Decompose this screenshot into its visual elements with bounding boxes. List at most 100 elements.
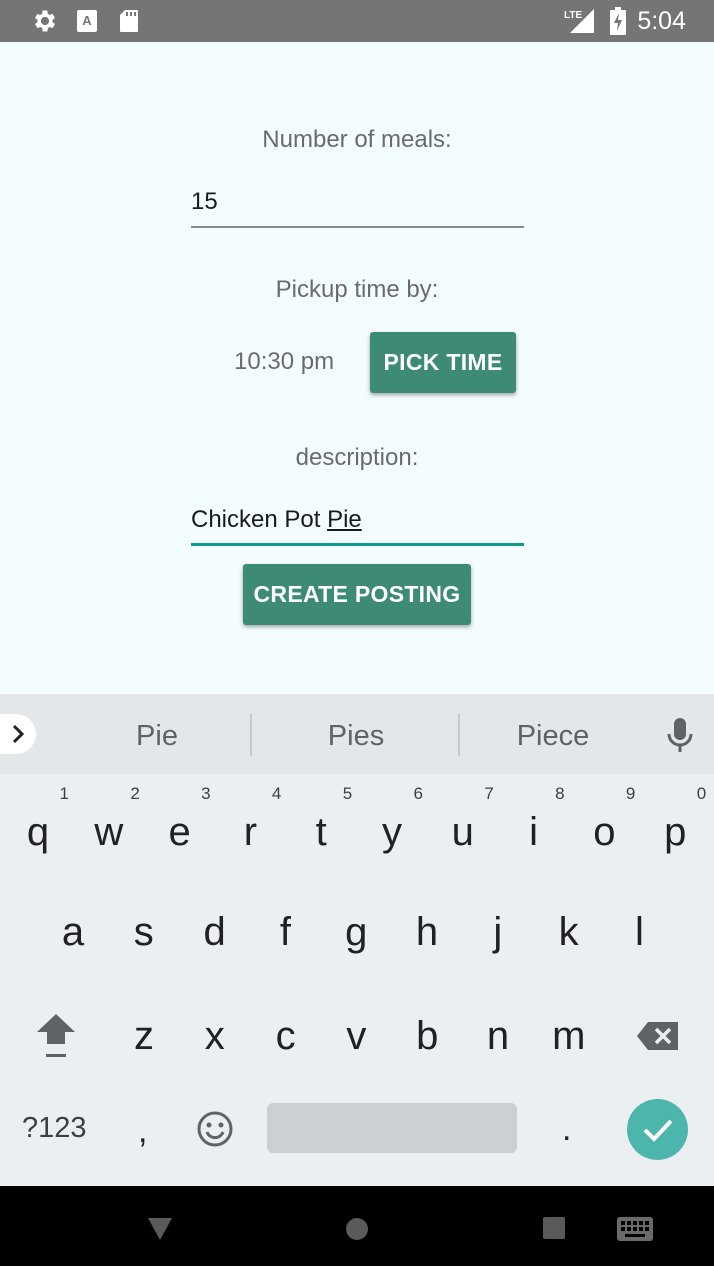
key-label: m: [552, 1014, 586, 1058]
recents-square-icon[interactable]: [542, 1216, 566, 1244]
key-n[interactable]: n: [463, 984, 533, 1084]
symbols-key[interactable]: ?123: [22, 1112, 87, 1145]
key-label: s: [133, 910, 154, 954]
key-v[interactable]: v: [321, 984, 391, 1084]
enter-check-icon: [643, 1119, 672, 1142]
back-triangle-icon[interactable]: [146, 1216, 174, 1246]
key-label: k: [558, 910, 579, 954]
keyboard-switch-icon[interactable]: [616, 1216, 654, 1246]
clock: 5:04: [637, 7, 686, 35]
soft-keyboard: Pie Pies Piece ?123 , . q1w2e3r4t5y6u7i8…: [0, 694, 714, 1186]
key-number-hint: 1: [59, 784, 69, 803]
key-label: t: [315, 810, 327, 854]
key-j[interactable]: j: [463, 880, 533, 980]
key-g[interactable]: g: [321, 880, 391, 980]
key-e[interactable]: e3: [145, 780, 215, 880]
key-label: x: [204, 1014, 225, 1058]
key-x[interactable]: x: [180, 984, 250, 1084]
key-p[interactable]: p0: [640, 780, 710, 880]
key-number-hint: 4: [271, 784, 282, 803]
mic-icon[interactable]: [664, 716, 696, 756]
key-b[interactable]: b: [392, 984, 462, 1084]
key-q[interactable]: q1: [3, 780, 73, 880]
key-label: d: [203, 910, 226, 954]
meals-input[interactable]: 15: [191, 182, 524, 228]
key-i[interactable]: i8: [499, 780, 569, 880]
pickup-label: Pickup time by:: [275, 276, 439, 303]
space-key[interactable]: [267, 1103, 517, 1153]
enter-key[interactable]: [627, 1099, 688, 1160]
key-number-hint: 2: [130, 784, 140, 803]
key-r[interactable]: r4: [215, 780, 285, 880]
key-w[interactable]: w2: [74, 780, 144, 880]
meals-label: Number of meals:: [262, 126, 452, 153]
navigation-bar: [0, 1186, 714, 1266]
shift-key[interactable]: [20, 984, 90, 1084]
signal-icon: LTE: [562, 0, 596, 42]
key-label: w: [94, 810, 124, 854]
key-label: c: [275, 1014, 296, 1058]
svg-text:A: A: [82, 13, 92, 28]
a-notification-icon: A: [76, 0, 98, 42]
suggestion-divider: [250, 714, 252, 756]
pick-time-button[interactable]: PICK TIME: [370, 332, 516, 393]
key-label: g: [345, 910, 368, 954]
key-label: b: [416, 1014, 439, 1058]
create-posting-button[interactable]: CREATE POSTING: [243, 564, 471, 625]
key-o[interactable]: o9: [569, 780, 639, 880]
sd-card-icon: [118, 0, 140, 42]
key-label: f: [279, 910, 291, 954]
shift-icon: [37, 1014, 75, 1057]
pickup-time-value: 10:30 pm: [234, 348, 335, 375]
suggestion-1[interactable]: Pie: [60, 694, 254, 774]
expand-suggestions-icon[interactable]: [0, 714, 36, 754]
key-label: e: [168, 810, 191, 854]
key-number-hint: 0: [696, 784, 707, 803]
key-t[interactable]: t5: [286, 780, 356, 880]
gear-icon: [30, 0, 60, 42]
key-m[interactable]: m: [534, 984, 604, 1084]
key-label: q: [26, 810, 50, 854]
key-number-hint: 3: [201, 784, 211, 803]
description-input[interactable]: Chicken Pot Pie: [191, 500, 524, 546]
key-a[interactable]: a: [38, 880, 108, 980]
key-label: j: [493, 910, 503, 954]
key-label: r: [243, 810, 258, 854]
home-circle-icon[interactable]: [344, 1216, 370, 1246]
create-posting-form: Number of meals: 15 Pickup time by: 10:3…: [0, 42, 714, 694]
key-label: h: [415, 910, 439, 954]
key-k[interactable]: k: [534, 880, 604, 980]
key-u[interactable]: u7: [428, 780, 498, 880]
backspace-key[interactable]: [624, 984, 694, 1084]
key-f[interactable]: f: [250, 880, 320, 980]
key-label: n: [486, 1014, 510, 1058]
key-h[interactable]: h: [392, 880, 462, 980]
emoji-icon[interactable]: [196, 1110, 234, 1152]
key-label: l: [634, 910, 644, 954]
key-z[interactable]: z: [109, 984, 179, 1084]
key-number-hint: 5: [342, 784, 353, 803]
key-l[interactable]: l: [604, 880, 674, 980]
period-key[interactable]: .: [562, 1110, 571, 1149]
key-label: v: [346, 1014, 367, 1058]
key-c[interactable]: c: [251, 984, 321, 1084]
key-number-hint: 7: [484, 784, 494, 803]
key-d[interactable]: d: [180, 880, 250, 980]
key-number-hint: 9: [625, 784, 636, 803]
description-text: Chicken Pot: [191, 506, 328, 533]
key-label: u: [451, 810, 474, 854]
suggestion-2[interactable]: Pies: [254, 694, 458, 774]
battery-charging-icon: [609, 0, 627, 42]
key-y[interactable]: y6: [357, 780, 427, 880]
suggestion-strip: Pie Pies Piece: [0, 694, 714, 774]
key-label: p: [664, 810, 687, 854]
suggestion-3[interactable]: Piece: [460, 694, 646, 774]
key-s[interactable]: s: [109, 880, 179, 980]
key-label: i: [529, 810, 539, 854]
description-label: description:: [295, 444, 419, 471]
description-composing-text: Pie: [327, 506, 362, 533]
comma-key[interactable]: ,: [138, 1112, 147, 1151]
key-label: a: [61, 910, 85, 954]
key-label: y: [382, 810, 402, 854]
key-number-hint: 6: [413, 784, 423, 803]
